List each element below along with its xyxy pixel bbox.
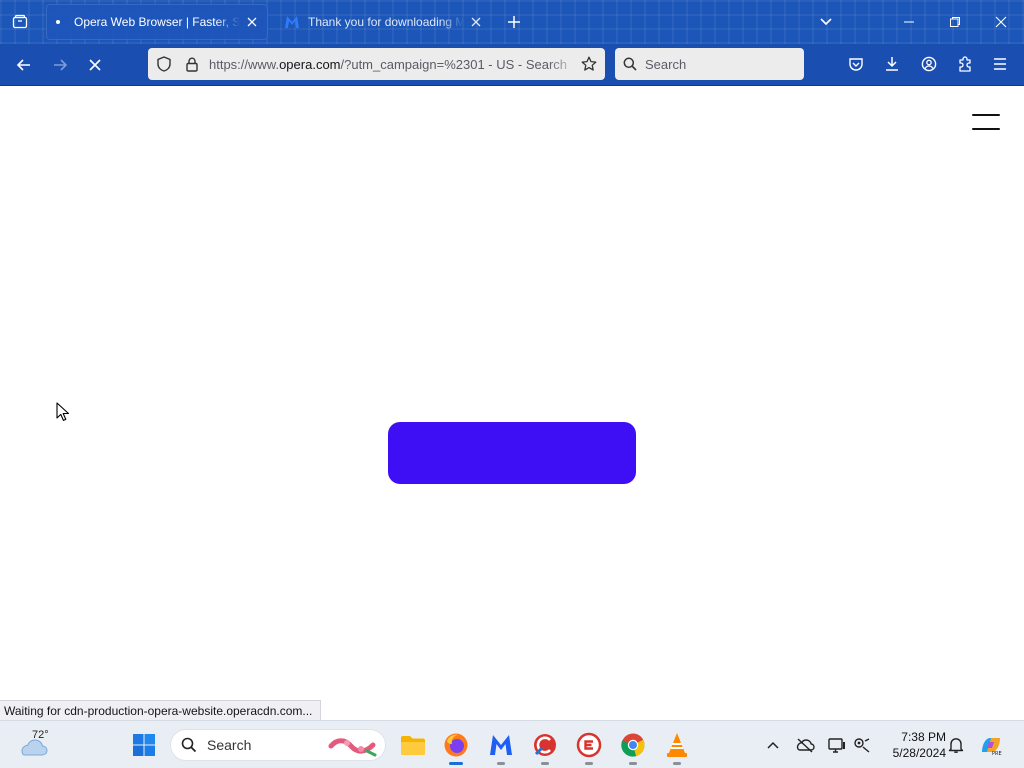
shield-icon[interactable]: [153, 53, 175, 75]
url-prefix: https://www.: [209, 56, 280, 72]
tab-malwarebytes[interactable]: Thank you for downloading Malwarebytes: [274, 4, 492, 40]
pocket-icon[interactable]: [844, 52, 868, 76]
chevron-down-icon[interactable]: [816, 12, 836, 32]
clock-time: 7:38 PM: [901, 730, 946, 744]
network-sound-icon[interactable]: [850, 733, 874, 757]
stop-loading-icon[interactable]: [82, 52, 108, 78]
running-indicator: [497, 762, 505, 765]
search-icon: [181, 737, 197, 753]
running-indicator: [541, 762, 549, 765]
menu-line: [972, 128, 1000, 130]
show-hidden-icons-chevron[interactable]: [761, 733, 785, 757]
active-indicator: [449, 762, 463, 765]
app-red-e-icon[interactable]: [573, 729, 605, 765]
puzzle-icon[interactable]: [953, 52, 977, 76]
running-indicator: [673, 762, 681, 765]
ccleaner-icon[interactable]: [529, 729, 561, 765]
close-icon[interactable]: [468, 14, 484, 30]
copilot-icon[interactable]: PRE: [979, 733, 1003, 757]
lock-icon[interactable]: [181, 53, 203, 75]
search-icon: [623, 57, 637, 71]
chrome-icon[interactable]: [617, 729, 649, 765]
tab-title: Thank you for downloading Malwarebytes: [308, 15, 464, 29]
firefox-icon[interactable]: [440, 729, 472, 765]
browser-window: Opera Web Browser | Faster, Safer, Smart…: [0, 0, 1024, 720]
tab-opera[interactable]: Opera Web Browser | Faster, Safer, Smart…: [46, 4, 268, 40]
taskbar-search-input[interactable]: Search: [170, 729, 386, 761]
malwarebytes-favicon-icon: [284, 14, 300, 30]
forward-arrow-icon[interactable]: [47, 52, 73, 78]
page-content: [0, 86, 1024, 698]
download-icon[interactable]: [880, 52, 904, 76]
hamburger-menu-icon[interactable]: [988, 52, 1012, 76]
close-window-icon[interactable]: [986, 8, 1016, 36]
svg-text:PRE: PRE: [992, 751, 1002, 756]
url-text[interactable]: https://www.opera.com/?utm_campaign=%230…: [209, 57, 578, 72]
firefox-view-icon[interactable]: [8, 10, 32, 34]
tab-title: Opera Web Browser | Faster, Safer, Smart…: [74, 15, 240, 29]
mouse-cursor-icon: [56, 402, 70, 421]
windows-start-icon[interactable]: [132, 733, 156, 757]
taskbar: 72° Search 7:38 PM 5/28/2024 PRE: [0, 720, 1024, 768]
malwarebytes-icon[interactable]: [485, 729, 517, 765]
running-indicator: [629, 762, 637, 765]
account-icon[interactable]: [917, 52, 941, 76]
search-placeholder: Search: [645, 56, 687, 72]
clock-date: 5/28/2024: [892, 746, 946, 760]
hamburger-menu-icon[interactable]: [972, 112, 1000, 132]
file-explorer-icon[interactable]: [397, 729, 429, 761]
search-highlight-art-icon: [328, 738, 377, 757]
minimize-icon[interactable]: [894, 8, 924, 36]
status-bar: Waiting for cdn-production-opera-website…: [0, 700, 322, 720]
close-icon[interactable]: [244, 14, 260, 30]
restore-icon[interactable]: [940, 8, 970, 36]
weather-temperature: 72°: [32, 729, 49, 741]
star-icon[interactable]: [578, 53, 600, 75]
plus-icon[interactable]: [504, 12, 524, 32]
address-bar[interactable]: https://www.opera.com/?utm_campaign=%230…: [148, 48, 605, 80]
navigation-toolbar: https://www.opera.com/?utm_campaign=%230…: [0, 44, 1024, 86]
vlc-icon[interactable]: [661, 729, 693, 765]
menu-line: [972, 114, 1000, 116]
loading-dot-icon: [56, 20, 60, 24]
taskbar-search-label: Search: [207, 737, 252, 753]
taskbar-clock[interactable]: 7:38 PM 5/28/2024: [880, 729, 946, 761]
running-indicator: [585, 762, 593, 765]
back-arrow-icon[interactable]: [11, 52, 37, 78]
tab-strip: Opera Web Browser | Faster, Safer, Smart…: [0, 0, 1024, 44]
download-cta-button[interactable]: [388, 422, 636, 484]
url-domain: opera.com: [279, 56, 341, 72]
search-input[interactable]: Search: [615, 48, 804, 80]
url-path: /?utm_campaign=%2301 - US - Search: [340, 56, 568, 72]
display-icon[interactable]: [825, 733, 849, 757]
notification-bell-icon[interactable]: [944, 733, 968, 757]
onedrive-icon[interactable]: [793, 733, 817, 757]
